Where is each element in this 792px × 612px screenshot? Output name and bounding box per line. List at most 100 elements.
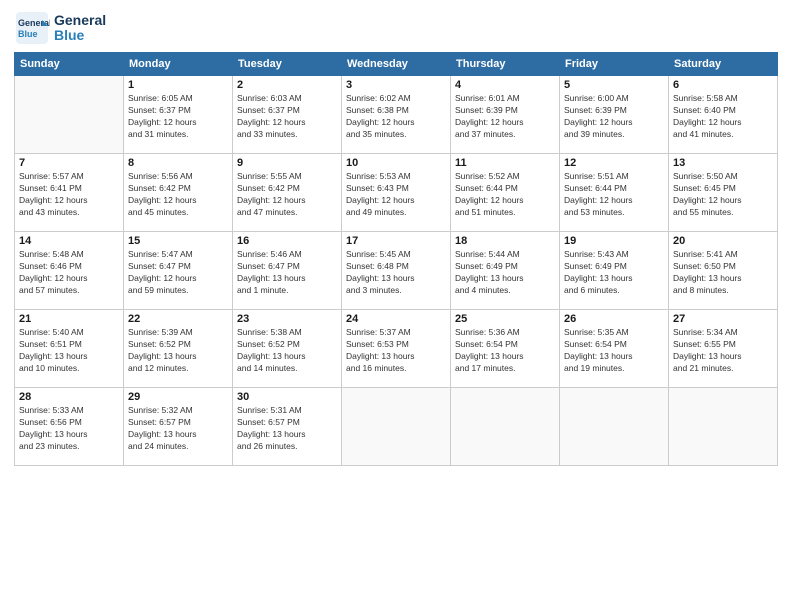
- day-number: 4: [455, 79, 555, 91]
- day-info: Sunrise: 5:51 AM Sunset: 6:44 PM Dayligh…: [564, 171, 664, 219]
- day-number: 19: [564, 235, 664, 247]
- header: General Blue General Blue: [14, 10, 778, 46]
- calendar-cell: 19 Sunrise: 5:43 AM Sunset: 6:49 PM Dayli…: [560, 232, 669, 310]
- calendar-cell: 4Sunrise: 6:01 AM Sunset: 6:39 PM Daylig…: [451, 76, 560, 154]
- weekday-header-row: SundayMondayTuesdayWednesdayThursdayFrid…: [15, 53, 778, 76]
- calendar-cell: 17Sunrise: 5:45 AM Sunset: 6:48 PM Dayli…: [342, 232, 451, 310]
- calendar-cell: 13 Sunrise: 5:50 AM Sunset: 6:45 PM Dayli…: [669, 154, 778, 232]
- svg-text:Blue: Blue: [18, 29, 38, 39]
- calendar-cell: 30Sunrise: 5:31 AM Sunset: 6:57 PM Dayli…: [233, 388, 342, 466]
- day-info: Sunrise: 6:02 AM Sunset: 6:38 PM Dayligh…: [346, 93, 446, 141]
- calendar-cell: [342, 388, 451, 466]
- day-number: 26: [564, 313, 664, 325]
- day-info: Sunrise: 5:35 AM Sunset: 6:54 PM Dayligh…: [564, 327, 664, 375]
- svg-text:General: General: [18, 18, 50, 28]
- calendar-cell: 10Sunrise: 5:53 AM Sunset: 6:43 PM Dayli…: [342, 154, 451, 232]
- calendar-cell: 28 Sunrise: 5:33 AM Sunset: 6:56 PM Dayli…: [15, 388, 124, 466]
- day-info: Sunrise: 5:55 AM Sunset: 6:42 PM Dayligh…: [237, 171, 337, 219]
- day-number: 28: [19, 391, 119, 403]
- day-number: 23: [237, 313, 337, 325]
- day-number: 13: [673, 157, 773, 169]
- day-info: Sunrise: 5:36 AM Sunset: 6:54 PM Dayligh…: [455, 327, 555, 375]
- calendar-cell: 3 Sunrise: 6:02 AM Sunset: 6:38 PM Daylig…: [342, 76, 451, 154]
- day-info: Sunrise: 5:34 AM Sunset: 6:55 PM Dayligh…: [673, 327, 773, 375]
- calendar-cell: 6 Sunrise: 5:58 AM Sunset: 6:40 PM Daylig…: [669, 76, 778, 154]
- day-info: Sunrise: 5:40 AM Sunset: 6:51 PM Dayligh…: [19, 327, 119, 375]
- calendar-cell: 22Sunrise: 5:39 AM Sunset: 6:52 PM Dayli…: [124, 310, 233, 388]
- day-number: 7: [19, 157, 119, 169]
- logo-general: General: [54, 13, 106, 28]
- calendar-cell: 23 Sunrise: 5:38 AM Sunset: 6:52 PM Dayli…: [233, 310, 342, 388]
- calendar-cell: 25Sunrise: 5:36 AM Sunset: 6:54 PM Dayli…: [451, 310, 560, 388]
- day-number: 16: [237, 235, 337, 247]
- day-info: Sunrise: 5:57 AM Sunset: 6:41 PM Dayligh…: [19, 171, 119, 219]
- calendar-cell: 7 Sunrise: 5:57 AM Sunset: 6:41 PM Daylig…: [15, 154, 124, 232]
- calendar-cell: 24 Sunrise: 5:37 AM Sunset: 6:53 PM Dayli…: [342, 310, 451, 388]
- weekday-header-thursday: Thursday: [451, 53, 560, 76]
- day-info: Sunrise: 5:44 AM Sunset: 6:49 PM Dayligh…: [455, 249, 555, 297]
- week-row-2: 7 Sunrise: 5:57 AM Sunset: 6:41 PM Daylig…: [15, 154, 778, 232]
- weekday-header-sunday: Sunday: [15, 53, 124, 76]
- day-number: 27: [673, 313, 773, 325]
- day-info: Sunrise: 5:46 AM Sunset: 6:47 PM Dayligh…: [237, 249, 337, 297]
- calendar-cell: 27 Sunrise: 5:34 AM Sunset: 6:55 PM Dayli…: [669, 310, 778, 388]
- calendar-cell: 2Sunrise: 6:03 AM Sunset: 6:37 PM Daylig…: [233, 76, 342, 154]
- day-number: 3: [346, 79, 446, 91]
- calendar-cell: 15 Sunrise: 5:47 AM Sunset: 6:47 PM Dayli…: [124, 232, 233, 310]
- day-info: Sunrise: 5:47 AM Sunset: 6:47 PM Dayligh…: [128, 249, 228, 297]
- week-row-5: 28 Sunrise: 5:33 AM Sunset: 6:56 PM Dayli…: [15, 388, 778, 466]
- page-container: General Blue General Blue SundayMondayTu…: [0, 0, 792, 476]
- day-number: 21: [19, 313, 119, 325]
- day-number: 15: [128, 235, 228, 247]
- calendar-cell: 12Sunrise: 5:51 AM Sunset: 6:44 PM Dayli…: [560, 154, 669, 232]
- day-info: Sunrise: 5:33 AM Sunset: 6:56 PM Dayligh…: [19, 405, 119, 453]
- calendar-cell: 18 Sunrise: 5:44 AM Sunset: 6:49 PM Dayli…: [451, 232, 560, 310]
- day-number: 29: [128, 391, 228, 403]
- calendar-cell: 26 Sunrise: 5:35 AM Sunset: 6:54 PM Dayli…: [560, 310, 669, 388]
- logo-svg: General Blue: [14, 10, 50, 46]
- calendar-cell: 29 Sunrise: 5:32 AM Sunset: 6:57 PM Dayli…: [124, 388, 233, 466]
- calendar-cell: 14Sunrise: 5:48 AM Sunset: 6:46 PM Dayli…: [15, 232, 124, 310]
- calendar-cell: [451, 388, 560, 466]
- day-number: 20: [673, 235, 773, 247]
- logo-blue: Blue: [54, 28, 106, 43]
- day-info: Sunrise: 5:53 AM Sunset: 6:43 PM Dayligh…: [346, 171, 446, 219]
- day-info: Sunrise: 5:50 AM Sunset: 6:45 PM Dayligh…: [673, 171, 773, 219]
- day-info: Sunrise: 5:31 AM Sunset: 6:57 PM Dayligh…: [237, 405, 337, 453]
- day-number: 6: [673, 79, 773, 91]
- day-info: Sunrise: 5:38 AM Sunset: 6:52 PM Dayligh…: [237, 327, 337, 375]
- calendar-body: 1 Sunrise: 6:05 AM Sunset: 6:37 PM Daylig…: [15, 76, 778, 466]
- day-info: Sunrise: 5:45 AM Sunset: 6:48 PM Dayligh…: [346, 249, 446, 297]
- calendar-table: SundayMondayTuesdayWednesdayThursdayFrid…: [14, 52, 778, 466]
- logo: General Blue General Blue: [14, 10, 106, 46]
- day-info: Sunrise: 5:32 AM Sunset: 6:57 PM Dayligh…: [128, 405, 228, 453]
- day-number: 2: [237, 79, 337, 91]
- calendar-cell: 1 Sunrise: 6:05 AM Sunset: 6:37 PM Daylig…: [124, 76, 233, 154]
- week-row-1: 1 Sunrise: 6:05 AM Sunset: 6:37 PM Daylig…: [15, 76, 778, 154]
- day-info: Sunrise: 5:41 AM Sunset: 6:50 PM Dayligh…: [673, 249, 773, 297]
- day-info: Sunrise: 6:00 AM Sunset: 6:39 PM Dayligh…: [564, 93, 664, 141]
- calendar-cell: 21 Sunrise: 5:40 AM Sunset: 6:51 PM Dayli…: [15, 310, 124, 388]
- day-number: 8: [128, 157, 228, 169]
- day-number: 14: [19, 235, 119, 247]
- day-number: 22: [128, 313, 228, 325]
- calendar-cell: 5Sunrise: 6:00 AM Sunset: 6:39 PM Daylig…: [560, 76, 669, 154]
- day-info: Sunrise: 5:58 AM Sunset: 6:40 PM Dayligh…: [673, 93, 773, 141]
- weekday-header-tuesday: Tuesday: [233, 53, 342, 76]
- calendar-cell: 8 Sunrise: 5:56 AM Sunset: 6:42 PM Daylig…: [124, 154, 233, 232]
- weekday-header-monday: Monday: [124, 53, 233, 76]
- day-info: Sunrise: 5:37 AM Sunset: 6:53 PM Dayligh…: [346, 327, 446, 375]
- calendar-cell: 20 Sunrise: 5:41 AM Sunset: 6:50 PM Dayli…: [669, 232, 778, 310]
- weekday-header-wednesday: Wednesday: [342, 53, 451, 76]
- weekday-header-saturday: Saturday: [669, 53, 778, 76]
- day-info: Sunrise: 5:43 AM Sunset: 6:49 PM Dayligh…: [564, 249, 664, 297]
- calendar-cell: 11Sunrise: 5:52 AM Sunset: 6:44 PM Dayli…: [451, 154, 560, 232]
- day-number: 1: [128, 79, 228, 91]
- day-number: 11: [455, 157, 555, 169]
- day-info: Sunrise: 6:05 AM Sunset: 6:37 PM Dayligh…: [128, 93, 228, 141]
- day-info: Sunrise: 5:56 AM Sunset: 6:42 PM Dayligh…: [128, 171, 228, 219]
- day-number: 18: [455, 235, 555, 247]
- calendar-cell: [669, 388, 778, 466]
- calendar-cell: 16 Sunrise: 5:46 AM Sunset: 6:47 PM Dayli…: [233, 232, 342, 310]
- day-number: 24: [346, 313, 446, 325]
